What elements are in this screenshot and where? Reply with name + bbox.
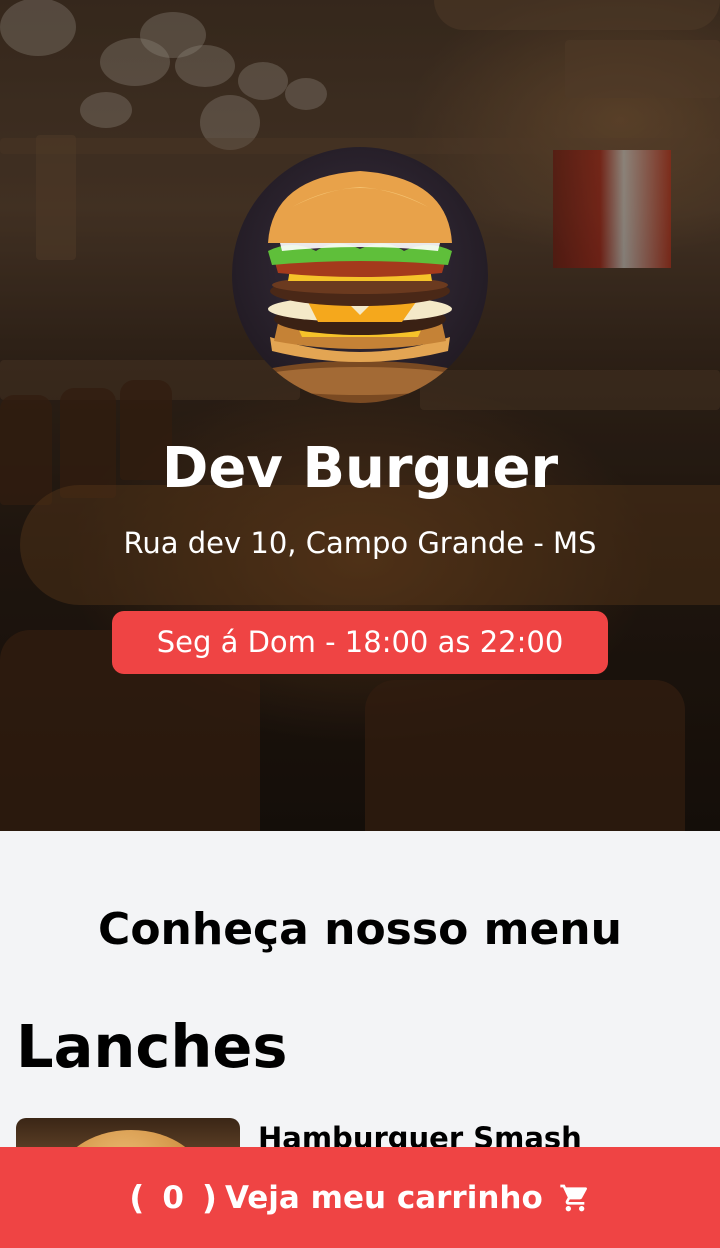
burger-image — [240, 171, 480, 403]
restaurant-address: Rua dev 10, Campo Grande - MS — [123, 526, 597, 560]
hero-overlay — [0, 0, 720, 831]
cart-icon — [559, 1182, 591, 1214]
restaurant-name: Dev Burguer — [161, 436, 559, 501]
view-cart-label: Veja meu carrinho — [224, 1179, 543, 1216]
view-cart-button[interactable]: ( 0 ) Veja meu carrinho — [0, 1147, 720, 1248]
cart-count: 0 — [162, 1179, 184, 1216]
hero-banner: Dev Burguer Rua dev 10, Campo Grande - M… — [0, 0, 720, 831]
opening-hours-badge: Seg á Dom - 18:00 as 22:00 — [112, 611, 608, 674]
restaurant-logo — [232, 147, 488, 403]
cart-count-close-paren: ) — [201, 1178, 217, 1217]
cart-count-open-paren: ( — [129, 1178, 145, 1217]
category-title: Lanches — [16, 1012, 288, 1081]
menu-heading: Conheça nosso menu — [98, 904, 622, 955]
